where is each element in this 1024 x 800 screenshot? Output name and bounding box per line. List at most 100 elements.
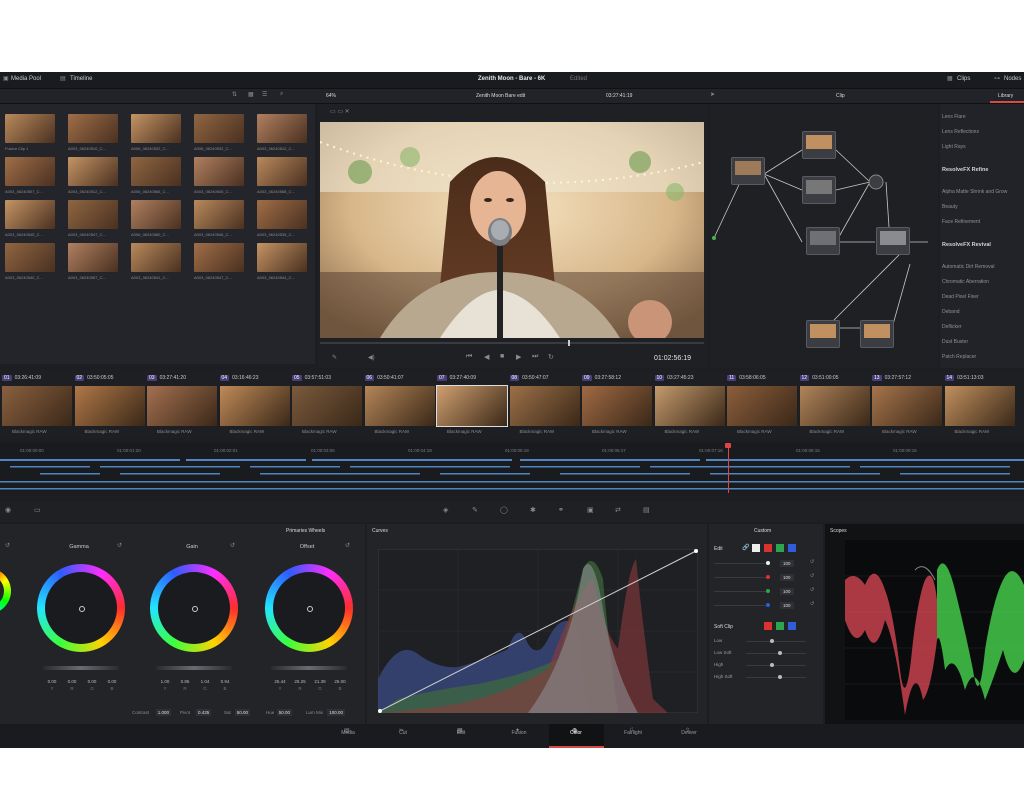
soft-clip-slider[interactable] [746, 677, 806, 678]
wheel-value[interactable]: 25.44 [271, 679, 289, 684]
reset-icon[interactable]: ↺ [230, 542, 235, 549]
timeline-playhead[interactable] [728, 445, 729, 493]
library-item[interactable]: Light Rays [942, 144, 966, 150]
wheel-value[interactable]: 0.00 [83, 679, 101, 684]
wheel-center-handle[interactable] [192, 606, 198, 612]
sizing-icon[interactable]: ▤ [643, 506, 650, 514]
reset-icon[interactable]: ↺ [345, 542, 350, 549]
media-pool-clip[interactable] [5, 157, 55, 186]
media-pool-clip[interactable] [194, 200, 244, 229]
media-pool-clip[interactable] [194, 243, 244, 272]
page-tab-deliver[interactable]: Deliver [664, 730, 714, 736]
media-pool-clip[interactable] [5, 243, 55, 272]
library-item[interactable]: Dead Pixel Fixer [942, 294, 979, 300]
page-tab-cut[interactable]: Cut [378, 730, 428, 736]
param-value[interactable]: 1.000 [155, 709, 172, 716]
timeline-clip-thumbnail[interactable] [872, 386, 942, 426]
reset-icon[interactable]: ↺ [810, 587, 814, 593]
wheel-value[interactable]: 0.94 [216, 679, 234, 684]
reset-icon[interactable]: ↺ [117, 542, 122, 549]
timeline-clip-thumbnail[interactable] [509, 386, 580, 426]
wheel-value[interactable]: 25.25 [291, 679, 309, 684]
viewer-playhead[interactable] [568, 340, 570, 346]
soft-clip-slider[interactable] [746, 665, 806, 666]
node-02[interactable] [802, 131, 836, 159]
play-icon[interactable]: ▶ [516, 353, 521, 361]
node-05[interactable] [876, 227, 910, 255]
wheel-value[interactable]: 0.00 [43, 679, 61, 684]
clip-mode[interactable]: Clip [836, 93, 845, 99]
gamma-master-wheel[interactable] [43, 666, 119, 670]
nodes-button[interactable]: Nodes [1004, 76, 1021, 82]
wheel-value[interactable]: 1.04 [196, 679, 214, 684]
sort-icon[interactable]: ⇅ [232, 91, 237, 98]
softclip-g-button[interactable] [776, 622, 784, 630]
blur-icon[interactable]: ▣ [587, 506, 594, 514]
timeline-clip-thumbnail[interactable] [74, 386, 145, 426]
media-pool-clip[interactable] [257, 243, 307, 272]
node-03[interactable] [802, 176, 836, 204]
library-item[interactable]: Automatic Dirt Removal [942, 264, 995, 270]
page-tab-fairlight[interactable]: Fairlight [608, 730, 658, 736]
library-item[interactable]: Dust Buster [942, 339, 968, 345]
key-icon[interactable]: ⇄ [615, 506, 621, 514]
edit-value[interactable]: 100 [780, 560, 794, 567]
param-value[interactable]: 50.00 [276, 709, 293, 716]
timeline-clip-thumbnail[interactable] [799, 386, 870, 426]
channel-g-button[interactable] [776, 544, 784, 552]
soft-clip-slider[interactable] [746, 653, 806, 654]
node-06[interactable] [806, 320, 840, 348]
list-view-icon[interactable]: ☰ [262, 91, 267, 98]
param-value[interactable]: 50.00 [234, 709, 251, 716]
edit-value[interactable]: 100 [780, 602, 794, 609]
library-tab[interactable]: Library [998, 93, 1013, 99]
media-pool-clip[interactable] [5, 200, 55, 229]
edit-slider[interactable] [714, 605, 766, 606]
media-pool-clip[interactable] [5, 114, 55, 143]
eyedropper-icon[interactable]: ✎ [332, 354, 337, 361]
reset-icon[interactable]: ↺ [810, 573, 814, 579]
curves-graph[interactable] [378, 549, 698, 713]
media-pool-clip[interactable] [131, 157, 181, 186]
clips-button[interactable]: Clips [957, 76, 970, 82]
timeline-clip-thumbnail[interactable] [219, 386, 290, 426]
color-wheels-icon[interactable]: ◈ [443, 506, 448, 514]
param-value[interactable]: 0.435 [196, 709, 212, 716]
softclip-r-button[interactable] [764, 622, 772, 630]
offset-master-wheel[interactable] [271, 666, 347, 670]
loop-icon[interactable]: ↻ [548, 353, 554, 361]
media-pool-clip[interactable] [257, 157, 307, 186]
library-item[interactable]: Face Refinement [942, 219, 980, 225]
timeline-clip-thumbnail[interactable] [436, 385, 508, 427]
wheel-value[interactable]: 0.85 [176, 679, 194, 684]
media-pool-clip[interactable] [194, 157, 244, 186]
wheel-center-handle[interactable] [307, 606, 313, 612]
soft-clip-handle[interactable] [770, 663, 774, 667]
search-icon[interactable]: ⌕ [280, 91, 283, 98]
viewer-image[interactable] [320, 122, 704, 338]
stop-icon[interactable]: ■ [500, 353, 504, 360]
timeline-clip-thumbnail[interactable] [654, 386, 725, 426]
zoom-level[interactable]: 64% [326, 93, 336, 99]
curves-mode[interactable]: Custom [754, 528, 771, 534]
timeline-clip-thumbnail[interactable] [944, 386, 1015, 426]
timeline-clip-thumbnail[interactable] [2, 386, 72, 426]
play-reverse-icon[interactable]: ◀ [484, 353, 489, 361]
magic-mask-icon[interactable]: ⚭ [558, 506, 564, 514]
library-item[interactable]: Alpha Matte Shrink and Grow [942, 189, 1007, 195]
channel-r-button[interactable] [764, 544, 772, 552]
library-item[interactable]: Deflicker [942, 324, 961, 330]
wheel-value[interactable]: 0.00 [63, 679, 81, 684]
link-icon[interactable]: 🔗 [742, 544, 749, 551]
edit-slider[interactable] [714, 563, 766, 564]
node-icon[interactable]: ◉ [5, 506, 11, 514]
qualifier-icon[interactable]: ✎ [472, 506, 478, 514]
timeline-clip-thumbnail[interactable] [292, 386, 362, 426]
edit-value[interactable]: 100 [780, 574, 794, 581]
media-pool-clip[interactable] [68, 114, 118, 143]
wheel-value[interactable]: 21.39 [311, 679, 329, 684]
node-04[interactable] [806, 227, 840, 255]
node-01[interactable] [731, 157, 765, 185]
library-item[interactable]: Beauty [942, 204, 958, 210]
grid-view-icon[interactable]: ▦ [248, 91, 254, 98]
